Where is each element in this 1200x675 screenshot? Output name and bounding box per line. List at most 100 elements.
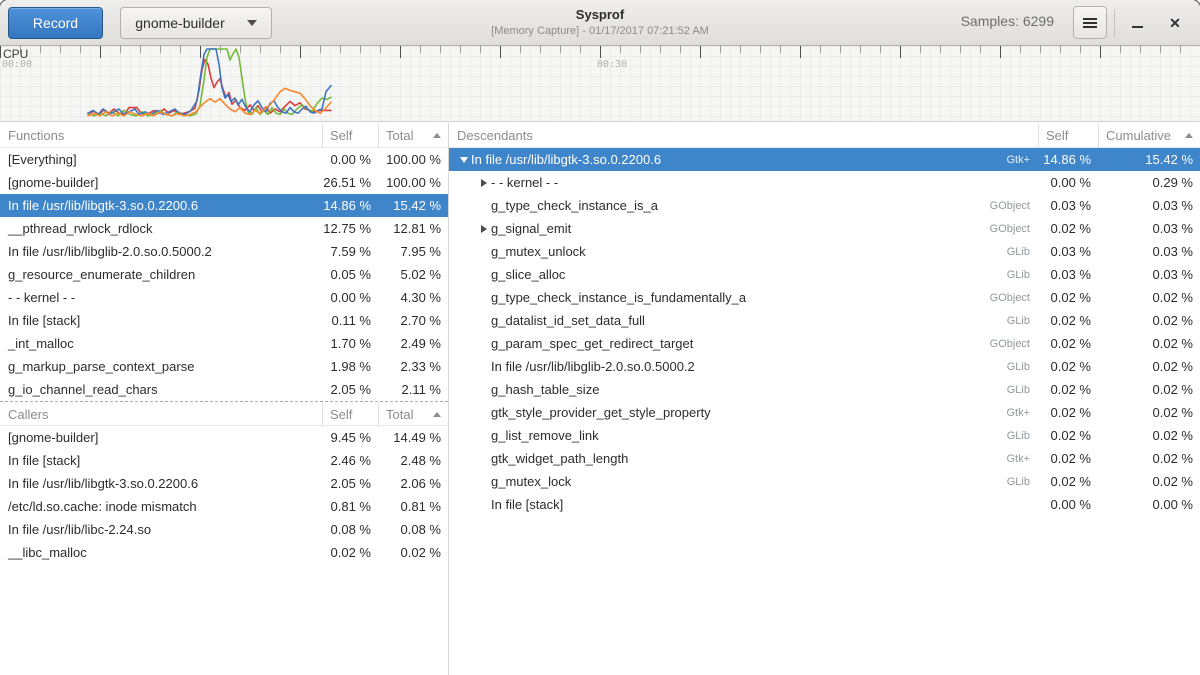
library-tag: Gtk+ bbox=[966, 154, 1038, 166]
function-name-cell: [Everything] bbox=[0, 152, 322, 167]
column-header-cumulative[interactable]: Cumulative bbox=[1098, 123, 1200, 148]
cumulative-cell: 0.03 % bbox=[1098, 267, 1200, 282]
column-header-descendants[interactable]: Descendants bbox=[449, 123, 1038, 148]
column-header-total[interactable]: Total bbox=[378, 123, 448, 148]
expander-icon[interactable] bbox=[457, 157, 471, 163]
function-name-cell: [gnome-builder] bbox=[0, 175, 322, 190]
table-row[interactable]: [Everything]0.00 %100.00 % bbox=[0, 148, 448, 171]
table-row[interactable]: g_list_remove_linkGLib0.02 %0.02 % bbox=[449, 424, 1200, 447]
table-row[interactable]: g_slice_allocGLib0.03 %0.03 % bbox=[449, 263, 1200, 286]
function-name-cell: _int_malloc bbox=[0, 336, 322, 351]
title-block: Sysprof [Memory Capture] - 01/17/2017 07… bbox=[400, 5, 800, 38]
table-row[interactable]: In file /usr/lib/libgtk-3.so.0.2200.614.… bbox=[0, 194, 448, 217]
total-cell: 2.11 % bbox=[378, 382, 448, 397]
cumulative-cell: 0.03 % bbox=[1098, 198, 1200, 213]
table-row[interactable]: /etc/ld.so.cache: inode mismatch0.81 %0.… bbox=[0, 495, 448, 518]
self-cell: 0.00 % bbox=[322, 290, 378, 305]
table-row[interactable]: In file /usr/lib/libc-2.24.so0.08 %0.08 … bbox=[0, 518, 448, 541]
table-row[interactable]: [gnome-builder]26.51 %100.00 % bbox=[0, 171, 448, 194]
table-row[interactable]: In file [stack]0.11 %2.70 % bbox=[0, 309, 448, 332]
table-row[interactable]: [gnome-builder]9.45 %14.49 % bbox=[0, 426, 448, 449]
function-name-label: In file /usr/lib/libgtk-3.so.0.2200.6 bbox=[471, 152, 661, 167]
cumulative-cell: 0.02 % bbox=[1098, 405, 1200, 420]
expander-icon[interactable] bbox=[477, 179, 491, 187]
menu-button[interactable] bbox=[1073, 6, 1107, 39]
function-name-label: g_type_check_instance_is_a bbox=[491, 198, 658, 213]
time-label-mid: 00:30 bbox=[597, 59, 627, 70]
table-row[interactable]: gtk_style_provider_get_style_propertyGtk… bbox=[449, 401, 1200, 424]
table-row[interactable]: In file [stack]0.00 %0.00 % bbox=[449, 493, 1200, 516]
table-row[interactable]: g_markup_parse_context_parse1.98 %2.33 % bbox=[0, 355, 448, 378]
function-name-cell: In file /usr/lib/libgtk-3.so.0.2200.6 bbox=[0, 476, 322, 491]
self-cell: 0.03 % bbox=[1038, 267, 1098, 282]
expander-icon[interactable] bbox=[477, 225, 491, 233]
process-selector-dropdown[interactable]: gnome-builder bbox=[120, 7, 272, 39]
sort-ascending-icon bbox=[433, 133, 441, 138]
cpu-chart-svg bbox=[0, 46, 1200, 122]
library-tag: GObject bbox=[966, 338, 1038, 350]
table-row[interactable]: - - kernel - -0.00 %4.30 % bbox=[0, 286, 448, 309]
table-row[interactable]: g_type_check_instance_is_fundamentally_a… bbox=[449, 286, 1200, 309]
column-header-total[interactable]: Total bbox=[378, 402, 448, 427]
column-header-self[interactable]: Self bbox=[322, 123, 378, 148]
cumulative-cell: 0.00 % bbox=[1098, 497, 1200, 512]
table-row[interactable]: In file /usr/lib/libgtk-3.so.0.2200.62.0… bbox=[0, 472, 448, 495]
library-tag: GLib bbox=[966, 476, 1038, 488]
total-cell: 2.33 % bbox=[378, 359, 448, 374]
self-cell: 0.02 % bbox=[322, 545, 378, 560]
headerbar-separator bbox=[1114, 9, 1115, 37]
self-cell: 2.46 % bbox=[322, 453, 378, 468]
table-row[interactable]: - - kernel - -0.00 %0.29 % bbox=[449, 171, 1200, 194]
cpu-graph[interactable]: CPU 00:00 00:30 bbox=[0, 46, 1200, 122]
function-name-label: In file [stack] bbox=[491, 497, 563, 512]
table-row[interactable]: g_param_spec_get_redirect_targetGObject0… bbox=[449, 332, 1200, 355]
self-cell: 2.05 % bbox=[322, 476, 378, 491]
table-row[interactable]: g_mutex_lockGLib0.02 %0.02 % bbox=[449, 470, 1200, 493]
table-row[interactable]: g_mutex_unlockGLib0.03 %0.03 % bbox=[449, 240, 1200, 263]
self-cell: 2.05 % bbox=[322, 382, 378, 397]
table-row[interactable]: gtk_widget_path_lengthGtk+0.02 %0.02 % bbox=[449, 447, 1200, 470]
table-row[interactable]: In file [stack]2.46 %2.48 % bbox=[0, 449, 448, 472]
sysprof-window: Record gnome-builder Sysprof [Memory Cap… bbox=[0, 0, 1200, 675]
total-cell: 100.00 % bbox=[378, 175, 448, 190]
column-header-self[interactable]: Self bbox=[322, 402, 378, 427]
function-name-cell: g_mutex_unlock bbox=[449, 244, 966, 259]
table-row[interactable]: g_hash_table_sizeGLib0.02 %0.02 % bbox=[449, 378, 1200, 401]
table-row[interactable]: __pthread_rwlock_rdlock12.75 %12.81 % bbox=[0, 217, 448, 240]
function-name-label: g_list_remove_link bbox=[491, 428, 599, 443]
table-row[interactable]: In file /usr/lib/libgtk-3.so.0.2200.6 Gtk… bbox=[449, 148, 1200, 171]
total-cell: 0.81 % bbox=[378, 499, 448, 514]
total-cell: 2.49 % bbox=[378, 336, 448, 351]
table-row[interactable]: g_io_channel_read_chars2.05 %2.11 % bbox=[0, 378, 448, 401]
total-cell: 2.70 % bbox=[378, 313, 448, 328]
table-row[interactable]: g_signal_emitGObject0.02 %0.03 % bbox=[449, 217, 1200, 240]
table-row[interactable]: g_datalist_id_set_data_fullGLib0.02 %0.0… bbox=[449, 309, 1200, 332]
function-name-label: In file /usr/lib/libglib-2.0.so.0.5000.2 bbox=[491, 359, 695, 374]
table-row[interactable]: _int_malloc1.70 %2.49 % bbox=[0, 332, 448, 355]
column-header-self[interactable]: Self bbox=[1038, 123, 1098, 148]
descendants-table: In file /usr/lib/libgtk-3.so.0.2200.6 Gtk… bbox=[449, 148, 1200, 516]
total-cell: 14.49 % bbox=[378, 430, 448, 445]
function-name-cell: In file [stack] bbox=[0, 313, 322, 328]
triangle-right-icon bbox=[481, 179, 487, 187]
column-header-functions[interactable]: Functions bbox=[0, 123, 322, 148]
library-tag: GLib bbox=[966, 384, 1038, 396]
self-cell: 0.02 % bbox=[1038, 428, 1098, 443]
table-row[interactable]: g_type_check_instance_is_aGObject0.03 %0… bbox=[449, 194, 1200, 217]
table-row[interactable]: g_resource_enumerate_children0.05 %5.02 … bbox=[0, 263, 448, 286]
table-row[interactable]: In file /usr/lib/libglib-2.0.so.0.5000.2… bbox=[0, 240, 448, 263]
cumulative-cell: 0.02 % bbox=[1098, 451, 1200, 466]
cumulative-cell: 0.03 % bbox=[1098, 244, 1200, 259]
chevron-down-icon bbox=[247, 20, 257, 26]
table-row[interactable]: In file /usr/lib/libglib-2.0.so.0.5000.2… bbox=[449, 355, 1200, 378]
table-row[interactable]: __libc_malloc0.02 %0.02 % bbox=[0, 541, 448, 564]
self-cell: 0.02 % bbox=[1038, 474, 1098, 489]
close-button[interactable]: ✕ bbox=[1160, 6, 1190, 39]
self-cell: 0.81 % bbox=[322, 499, 378, 514]
triangle-down-icon bbox=[460, 157, 468, 163]
function-name-cell: g_datalist_id_set_data_full bbox=[449, 313, 966, 328]
column-header-callers[interactable]: Callers bbox=[0, 402, 322, 427]
record-button[interactable]: Record bbox=[8, 7, 103, 39]
minimize-button[interactable] bbox=[1122, 6, 1152, 39]
cumulative-cell: 0.02 % bbox=[1098, 382, 1200, 397]
